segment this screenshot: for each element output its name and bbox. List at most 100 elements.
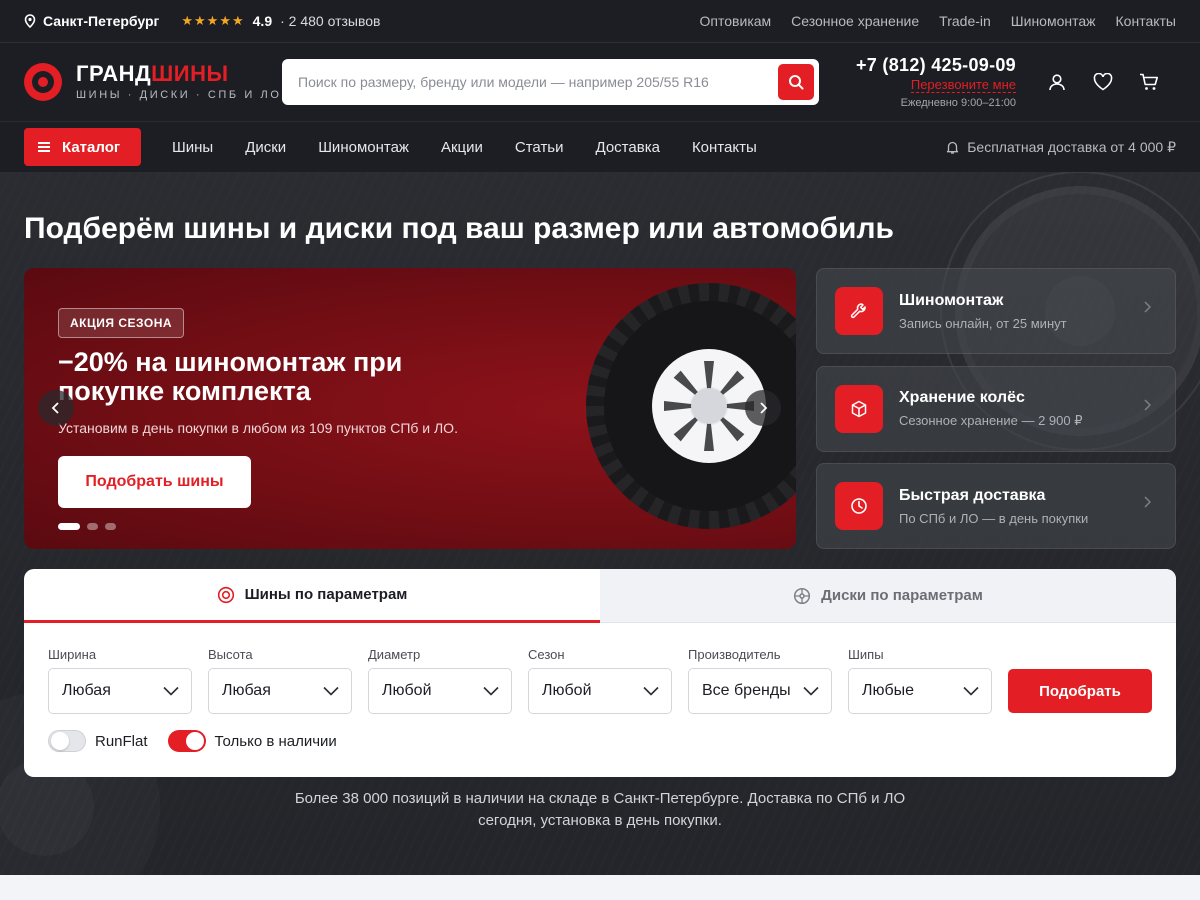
rating[interactable]: ★★★★★ 4.9 · 2 480 отзывов — [181, 13, 380, 29]
nav-link-tire-fitting[interactable]: Шиномонтаж — [318, 139, 409, 156]
service-subtitle: Запись онлайн, от 25 минут — [899, 315, 1067, 331]
filter-diameter: Диаметр Любой — [368, 647, 512, 714]
top-link-storage[interactable]: Сезонное хранение — [791, 13, 919, 29]
runflat-toggle[interactable] — [48, 730, 86, 752]
carousel-dot-3[interactable] — [105, 523, 116, 530]
runflat-toggle-row[interactable]: RunFlat — [48, 730, 148, 752]
city-selector[interactable]: Санкт-Петербург — [24, 13, 159, 29]
chevron-right-icon — [1144, 496, 1151, 508]
top-link-tire-fitting[interactable]: Шиномонтаж — [1011, 13, 1096, 29]
filter-fields: Ширина Любая Высота Любая Диаметр Любой … — [48, 647, 992, 714]
in-stock-toggle-row[interactable]: Только в наличии — [167, 730, 337, 752]
search-bar — [282, 59, 819, 105]
in-stock-toggle[interactable] — [167, 730, 206, 752]
logo-wheel-icon — [24, 63, 62, 101]
promo-banner[interactable]: АКЦИЯ СЕЗОНА −20% на шиномонтаж при поку… — [24, 268, 796, 549]
heart-icon — [1093, 73, 1113, 91]
top-bar: Санкт-Петербург ★★★★★ 4.9 · 2 480 отзыво… — [0, 0, 1200, 43]
filter-tabs: Шины по параметрам Диски по параметрам — [24, 569, 1176, 623]
season-select[interactable]: Любой — [528, 668, 672, 714]
field-label: Производитель — [688, 647, 781, 662]
height-select[interactable]: Любая — [208, 668, 352, 714]
top-link-trade-in[interactable]: Trade-in — [939, 13, 991, 29]
filter-toggles: RunFlat Только в наличии — [48, 730, 337, 752]
top-link-contacts[interactable]: Контакты — [1116, 13, 1176, 29]
chevron-right-icon — [1144, 399, 1151, 411]
service-subtitle: Сезонное хранение — 2 900 ₽ — [899, 413, 1083, 428]
service-card-storage[interactable]: Хранение колёс Сезонное хранение — 2 900… — [816, 366, 1176, 452]
runflat-label: RunFlat — [95, 732, 148, 750]
chevron-down-icon — [163, 686, 179, 696]
field-label: Шипы — [848, 647, 884, 662]
carousel-dot-1[interactable] — [58, 523, 80, 530]
service-card-fast-delivery[interactable]: Быстрая доставка По СПб и ЛО — в день по… — [816, 463, 1176, 549]
chevron-down-icon — [323, 686, 339, 696]
rim-icon — [794, 587, 811, 604]
nav-link-articles[interactable]: Статьи — [515, 139, 564, 156]
promo-title: −20% на шиномонтаж при покупке комплекта — [58, 347, 403, 406]
top-link-wholesale[interactable]: Оптовикам — [700, 13, 772, 29]
diameter-select[interactable]: Любой — [368, 668, 512, 714]
main-nav: Каталог Шины Диски Шиномонтаж Акции Стат… — [0, 122, 1200, 172]
pick-tires-button[interactable]: Подобрать шины — [58, 456, 251, 508]
cart-button[interactable] — [1138, 71, 1160, 93]
chevron-right-icon — [1144, 301, 1151, 313]
nav-link-delivery[interactable]: Доставка — [596, 139, 660, 156]
callback-link[interactable]: Перезвоните мне — [910, 78, 1016, 93]
service-title: Быстрая доставка — [899, 486, 1046, 504]
nav-links: Шины Диски Шиномонтаж Акции Статьи Доста… — [172, 139, 757, 156]
carousel-dot-2[interactable] — [87, 523, 98, 530]
search-icon — [789, 75, 804, 90]
chevron-left-icon — [51, 402, 59, 414]
field-label: Сезон — [528, 647, 565, 662]
stock-note: Более 38 000 позиций в наличии на складе… — [294, 790, 906, 829]
nav-link-contacts[interactable]: Контакты — [692, 139, 757, 156]
logo[interactable]: ГРАНДШИНЫ ШИНЫ · ДИСКИ · СПБ И ЛО — [24, 63, 282, 101]
nav-link-tires[interactable]: Шины — [172, 139, 213, 156]
filter-height: Высота Любая — [208, 647, 352, 714]
top-links: Оптовикам Сезонное хранение Trade-in Шин… — [700, 13, 1176, 29]
tab-rims-by-params[interactable]: Диски по параметрам — [600, 569, 1176, 623]
wrench-icon — [835, 287, 883, 335]
nav-link-promotions[interactable]: Акции — [441, 139, 483, 156]
account-button[interactable] — [1046, 71, 1068, 93]
service-title: Шиномонтаж — [899, 291, 1004, 309]
header: ГРАНДШИНЫ ШИНЫ · ДИСКИ · СПБ И ЛО +7 (81… — [0, 43, 1200, 122]
search-input[interactable] — [298, 74, 778, 90]
field-label: Диаметр — [368, 647, 421, 662]
service-title: Хранение колёс — [899, 389, 1025, 406]
promo-badge: АКЦИЯ СЕЗОНА — [58, 308, 185, 338]
filter-studs: Шипы Любые — [848, 647, 992, 714]
hero-section: Подберём шины и диски под ваш размер или… — [0, 172, 1200, 875]
free-delivery-note: Бесплатная доставка от 4 000 ₽ — [946, 139, 1176, 156]
page-below-hero — [0, 875, 1200, 900]
carousel-next-button[interactable] — [745, 390, 781, 426]
location-pin-icon — [24, 14, 36, 28]
nav-link-rims[interactable]: Диски — [245, 139, 286, 156]
catalog-button[interactable]: Каталог — [24, 128, 141, 166]
tab-tires-label: Шины по параметрам — [244, 586, 408, 603]
logo-title: ГРАНДШИНЫ — [76, 61, 229, 86]
box-icon — [835, 385, 883, 433]
chevron-down-icon — [963, 686, 979, 696]
header-icons — [1046, 71, 1160, 93]
field-label: Ширина — [48, 647, 97, 662]
field-label: Высота — [208, 647, 253, 662]
search-button[interactable] — [778, 64, 814, 100]
pick-button[interactable]: Подобрать — [1008, 669, 1152, 713]
carousel-prev-button[interactable] — [38, 390, 74, 426]
service-card-tire-fitting[interactable]: Шиномонтаж Запись онлайн, от 25 минут — [816, 268, 1176, 354]
hero-title: Подберём шины и диски под ваш размер или… — [24, 212, 894, 245]
studs-select[interactable]: Любые — [848, 668, 992, 714]
tab-tires-by-params[interactable]: Шины по параметрам — [24, 569, 600, 623]
phone-number[interactable]: +7 (812) 425-09-09 — [845, 55, 1016, 76]
in-stock-label: Только в наличии — [214, 732, 337, 750]
chevron-down-icon — [483, 686, 499, 696]
contact-block: +7 (812) 425-09-09 Перезвоните мне Ежедн… — [845, 55, 1016, 109]
tab-rims-label: Диски по параметрам — [821, 587, 983, 604]
width-select[interactable]: Любая — [48, 668, 192, 714]
rating-score: 4.9 — [252, 13, 273, 29]
bell-icon — [947, 141, 959, 154]
favorites-button[interactable] — [1092, 71, 1114, 93]
manufacturer-select[interactable]: Все бренды — [688, 668, 832, 714]
